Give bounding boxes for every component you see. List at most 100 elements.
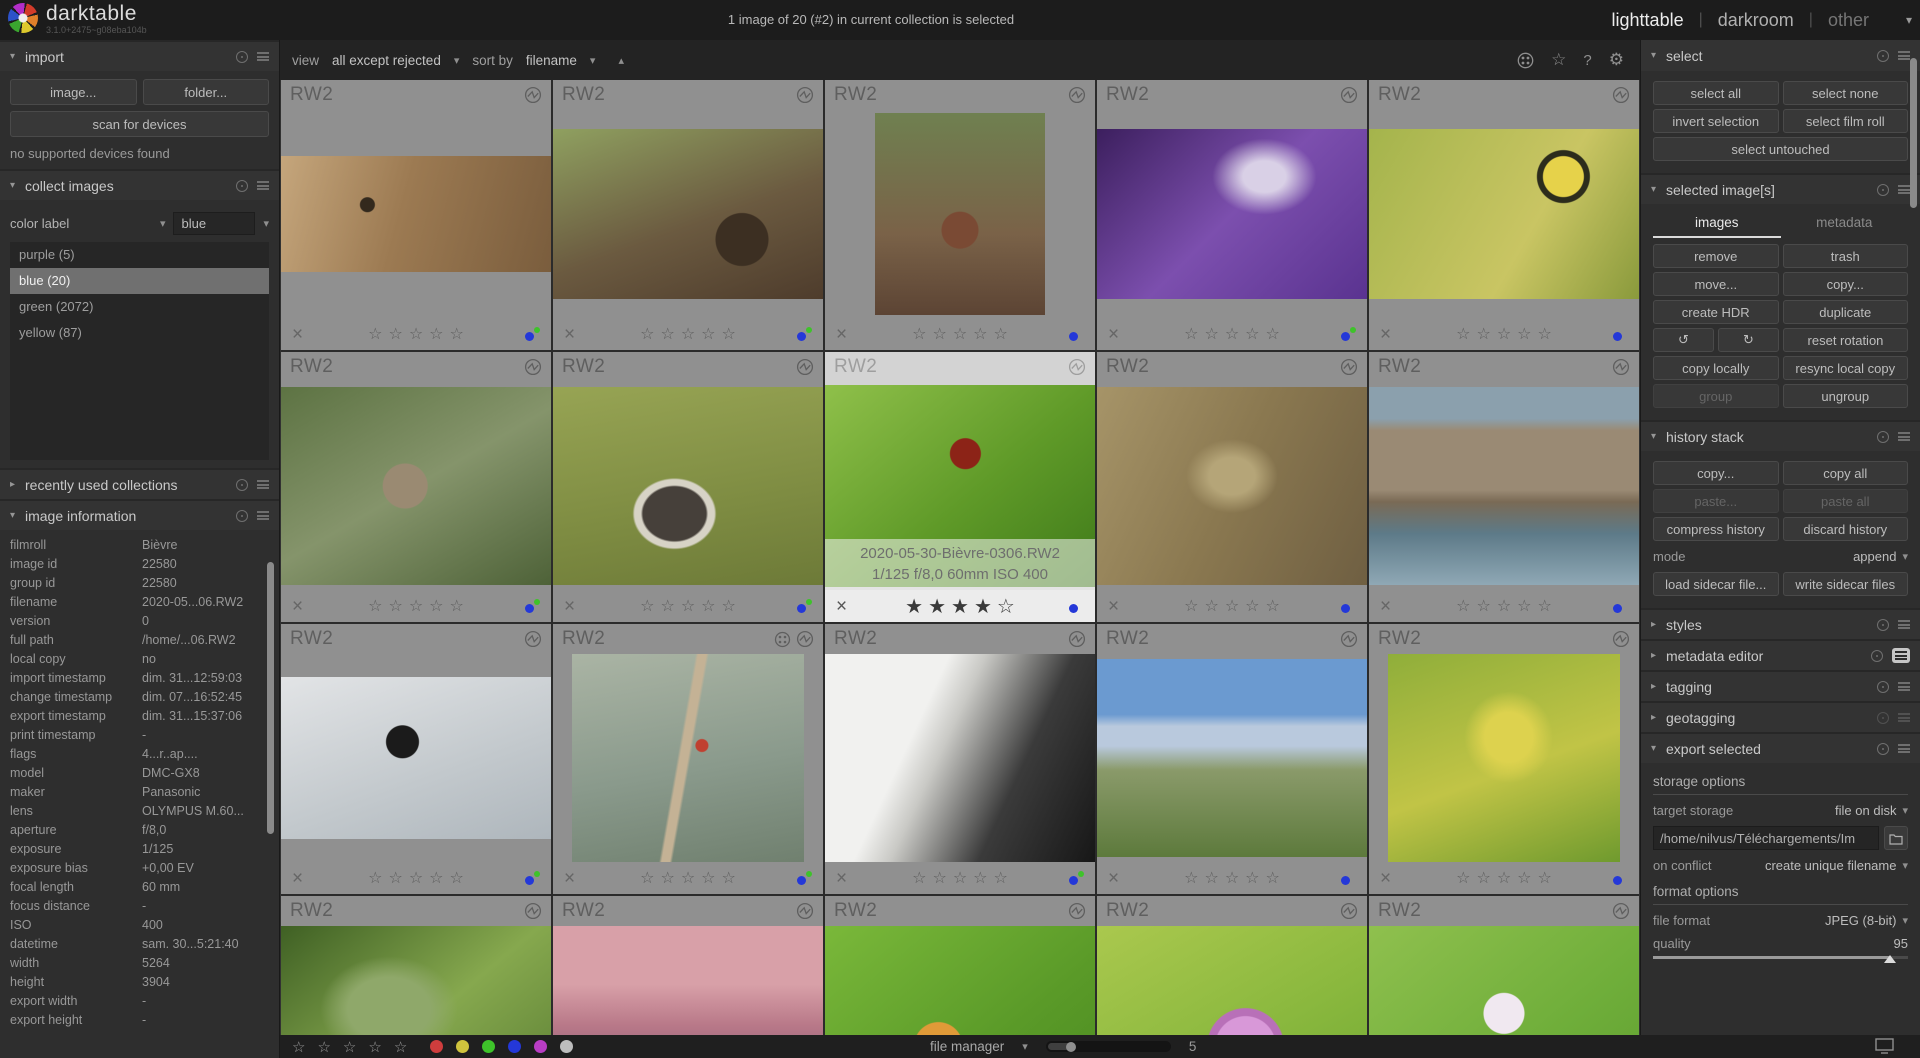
star-icon[interactable]: ★ (928, 594, 946, 619)
star-icon[interactable]: ★ (974, 594, 992, 619)
select-all-button[interactable]: select all (1653, 81, 1779, 105)
star-icon[interactable]: ☆ (912, 324, 926, 344)
reset-icon[interactable] (236, 51, 248, 63)
rule-value-caret-icon[interactable]: ▾ (263, 217, 269, 230)
star-icon[interactable]: ☆ (450, 868, 464, 888)
star-icon[interactable]: ☆ (1456, 324, 1470, 344)
thumbnail-photo-cat-closeup[interactable] (825, 654, 1095, 862)
zoom-slider[interactable] (1046, 1041, 1171, 1052)
star-icon[interactable]: ☆ (1266, 868, 1280, 888)
right-panel-scrollbar[interactable] (1910, 58, 1917, 208)
thumbnail-cell[interactable]: RW2 × ☆☆☆☆☆ (281, 896, 551, 1035)
star-icon[interactable]: ☆ (640, 324, 654, 344)
filter-star-icon[interactable]: ☆ (343, 1038, 356, 1056)
reject-icon[interactable]: × (1108, 597, 1119, 616)
star-icon[interactable]: ☆ (722, 868, 736, 888)
reject-icon[interactable]: × (1380, 325, 1391, 344)
star-icon[interactable]: ☆ (953, 324, 967, 344)
group-button[interactable]: group (1653, 384, 1779, 408)
star-icon[interactable]: ☆ (997, 594, 1015, 619)
star-icon[interactable]: ☆ (450, 324, 464, 344)
help-icon[interactable]: ? (1583, 52, 1591, 69)
import-folder-button[interactable]: folder... (143, 79, 270, 105)
thumbnail-cell[interactable]: RW2 × ☆☆☆☆☆ (1369, 896, 1639, 1035)
sort-value[interactable]: filename (526, 53, 577, 68)
star-icon[interactable]: ☆ (932, 324, 946, 344)
copy-button[interactable]: copy... (1783, 272, 1909, 296)
star-icon[interactable]: ☆ (660, 324, 674, 344)
star-icon[interactable]: ☆ (701, 596, 715, 616)
tab-metadata[interactable]: metadata (1781, 211, 1909, 238)
presets-icon[interactable] (1898, 620, 1910, 629)
star-icon[interactable]: ☆ (1225, 596, 1239, 616)
import-image-button[interactable]: image... (10, 79, 137, 105)
reject-icon[interactable]: × (836, 869, 847, 888)
resync-local-copy-button[interactable]: resync local copy (1783, 356, 1909, 380)
reject-icon[interactable]: × (564, 325, 575, 344)
styles-header[interactable]: ▸ styles (1641, 608, 1920, 639)
rotate-ccw-button[interactable]: ↺ (1653, 328, 1714, 352)
collection-item[interactable]: purple (5) (10, 242, 269, 268)
star-icon[interactable]: ☆ (953, 868, 967, 888)
history-paste-all-button[interactable]: paste all (1783, 489, 1909, 513)
star-icon[interactable]: ☆ (368, 324, 382, 344)
rule-value-input[interactable]: blue (173, 212, 255, 235)
overlays-star-icon[interactable]: ☆ (1551, 50, 1566, 70)
compress-history-button[interactable]: compress history (1653, 517, 1779, 541)
star-icon[interactable]: ☆ (660, 868, 674, 888)
thumbnail-cell[interactable]: RW2 × ☆☆☆☆☆ (1097, 352, 1367, 622)
star-icon[interactable]: ☆ (1245, 868, 1259, 888)
star-icon[interactable]: ☆ (409, 324, 423, 344)
quality-slider[interactable] (1653, 953, 1908, 965)
star-icon[interactable]: ☆ (409, 868, 423, 888)
star-icon[interactable]: ☆ (1538, 868, 1552, 888)
rule-property-caret-icon[interactable]: ▾ (160, 217, 166, 230)
collection-item[interactable]: blue (20) (10, 268, 269, 294)
reset-rotation-button[interactable]: reset rotation (1783, 328, 1908, 352)
thumbnail-cell[interactable]: RW2 × ☆☆☆☆☆ (553, 624, 823, 894)
display-profile-icon[interactable] (1875, 1038, 1894, 1058)
export-header[interactable]: ▾ export selected (1641, 732, 1920, 763)
star-icon[interactable]: ☆ (1245, 596, 1259, 616)
filter-color-yellow[interactable] (456, 1040, 469, 1053)
left-panel-scrollbar[interactable] (267, 562, 274, 834)
image-information-header[interactable]: ▾ image information (0, 499, 279, 530)
filter-star-icon[interactable]: ☆ (317, 1038, 330, 1056)
reset-icon[interactable] (1877, 50, 1889, 62)
thumbnail-photo-swallowtail-butterfly[interactable] (1369, 129, 1639, 300)
star-icon[interactable]: ☆ (1538, 596, 1552, 616)
group-icon[interactable] (774, 631, 791, 648)
star-icon[interactable]: ☆ (429, 324, 443, 344)
star-icon[interactable]: ☆ (1204, 596, 1218, 616)
filter-color-blue[interactable] (508, 1040, 521, 1053)
layout-selector[interactable]: file manager (930, 1039, 1004, 1054)
metadata-editor-header[interactable]: ▸ metadata editor (1641, 639, 1920, 670)
presets-icon[interactable] (257, 480, 269, 489)
star-icon[interactable]: ☆ (640, 868, 654, 888)
filter-star-icon[interactable]: ☆ (394, 1038, 407, 1056)
sort-caret-icon[interactable]: ▾ (590, 54, 596, 67)
thumbnail-cell[interactable]: RW2 × ☆☆☆☆☆ (1369, 352, 1639, 622)
reset-icon[interactable] (236, 180, 248, 192)
thumbnail-cell[interactable]: RW2 × ☆☆☆☆☆ (1097, 624, 1367, 894)
star-icon[interactable]: ☆ (973, 868, 987, 888)
star-icon[interactable]: ☆ (368, 596, 382, 616)
thumbnail-photo-thistle-flower[interactable] (1097, 926, 1367, 1035)
star-icon[interactable]: ☆ (681, 596, 695, 616)
modes-caret-icon[interactable]: ▾ (1906, 13, 1912, 27)
star-icon[interactable]: ☆ (994, 868, 1008, 888)
reset-icon[interactable] (1877, 184, 1889, 196)
copy-locally-button[interactable]: copy locally (1653, 356, 1779, 380)
ungroup-button[interactable]: ungroup (1783, 384, 1909, 408)
star-icon[interactable]: ☆ (1517, 324, 1531, 344)
star-icon[interactable]: ☆ (640, 596, 654, 616)
thumbnail-photo-duck-on-water[interactable] (553, 387, 823, 585)
star-icon[interactable]: ☆ (1456, 596, 1470, 616)
select-film-roll-button[interactable]: select film roll (1783, 109, 1909, 133)
star-icon[interactable]: ☆ (912, 868, 926, 888)
reject-icon[interactable]: × (292, 597, 303, 616)
thumbnail-photo-eagle-over-cliff[interactable] (281, 156, 551, 272)
star-icon[interactable]: ☆ (388, 324, 402, 344)
star-icon[interactable]: ☆ (1456, 868, 1470, 888)
view-mode-darkroom[interactable]: darkroom (1718, 10, 1794, 31)
